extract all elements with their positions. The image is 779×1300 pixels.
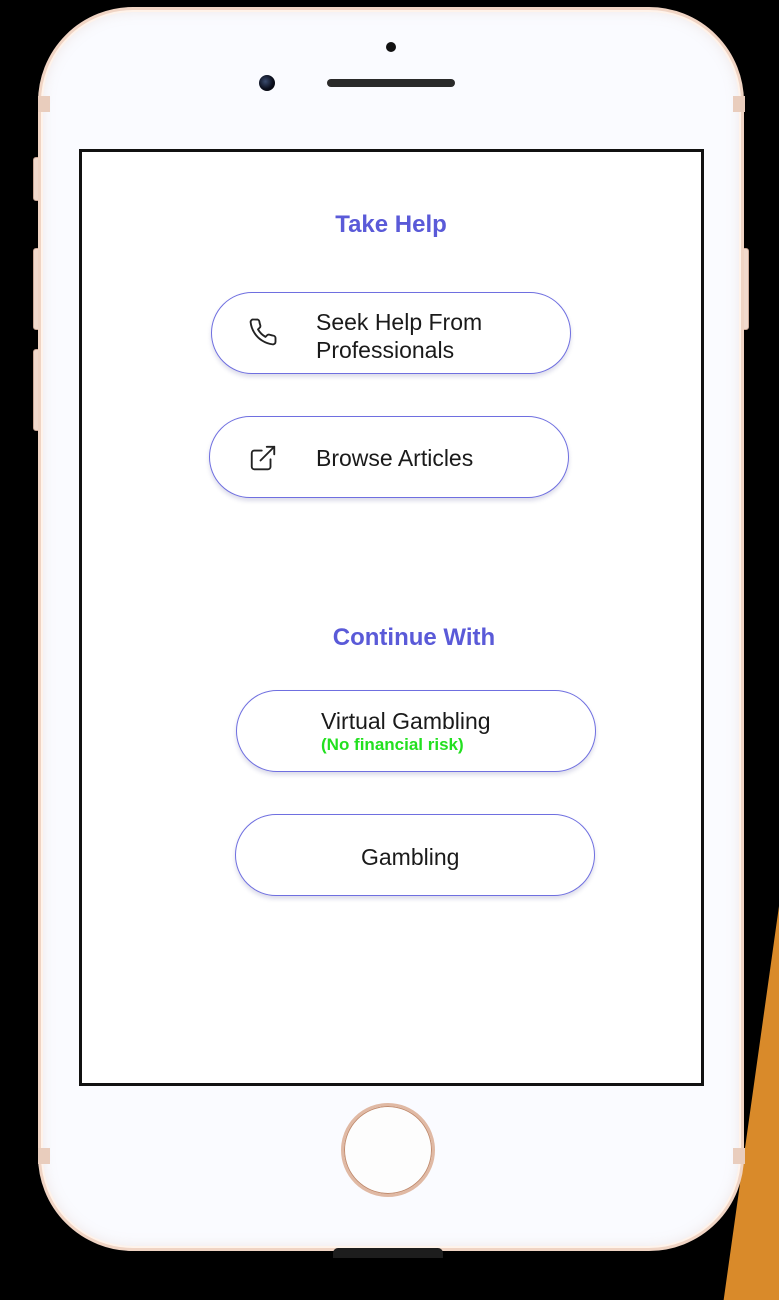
phone-screen: [79, 149, 704, 1086]
gambling-button[interactable]: Gambling: [235, 814, 595, 896]
browse-articles-label: Browse Articles: [316, 445, 474, 471]
phone-icon: [249, 318, 277, 346]
antenna-band: [38, 1148, 50, 1164]
virtual-gambling-button[interactable]: Virtual Gambling (No financial risk): [236, 690, 596, 772]
front-camera: [259, 75, 275, 91]
browse-articles-button[interactable]: Browse Articles: [209, 416, 569, 498]
continue-with-title: Continue With: [332, 624, 496, 651]
gambling-label: Gambling: [361, 844, 460, 870]
seek-help-label: Seek Help From Professionals: [316, 309, 483, 363]
antenna-band: [733, 1148, 745, 1164]
antenna-band: [733, 96, 745, 112]
take-help-title: Take Help: [335, 211, 447, 238]
seek-help-button[interactable]: Seek Help From Professionals: [211, 292, 571, 374]
virtual-gambling-label: Virtual Gambling: [321, 708, 491, 734]
antenna-band: [38, 96, 50, 112]
no-financial-risk-note: (No financial risk): [321, 735, 464, 754]
proximity-sensor: [386, 42, 396, 52]
earpiece-speaker: [327, 79, 455, 87]
home-button[interactable]: [341, 1103, 435, 1197]
bottom-edge: [333, 1248, 443, 1258]
external-link-icon: [250, 445, 276, 471]
